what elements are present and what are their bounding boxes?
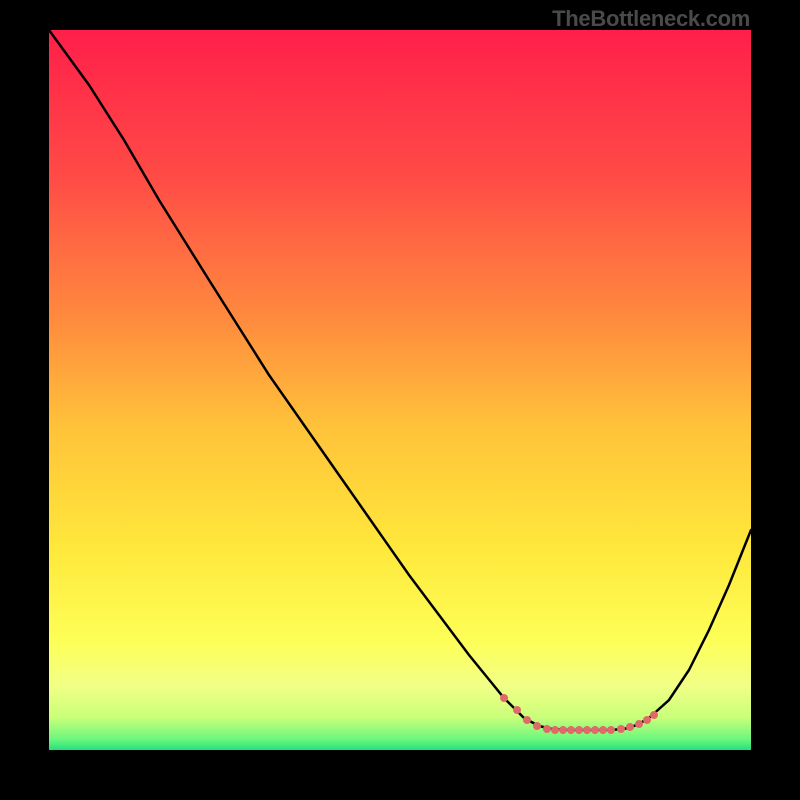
curve-dot <box>523 716 531 724</box>
curve-dot <box>599 726 607 734</box>
curve-dot <box>591 726 599 734</box>
curve-dot <box>635 720 643 728</box>
curve-dot <box>551 726 559 734</box>
curve-dot <box>513 706 521 714</box>
gradient-background <box>49 30 751 750</box>
curve-dot <box>626 723 634 731</box>
curve-dot <box>543 725 551 733</box>
curve-dot <box>575 726 583 734</box>
chart-svg <box>49 30 751 750</box>
curve-dot <box>650 711 658 719</box>
plot-area <box>49 30 751 750</box>
curve-dot <box>567 726 575 734</box>
curve-dot <box>607 726 615 734</box>
watermark-text: TheBottleneck.com <box>552 6 750 32</box>
curve-dot <box>559 726 567 734</box>
chart-frame: TheBottleneck.com <box>0 0 800 800</box>
curve-dot <box>617 725 625 733</box>
curve-dot <box>500 694 508 702</box>
curve-dot <box>643 716 651 724</box>
curve-dot <box>533 722 541 730</box>
curve-dot <box>583 726 591 734</box>
